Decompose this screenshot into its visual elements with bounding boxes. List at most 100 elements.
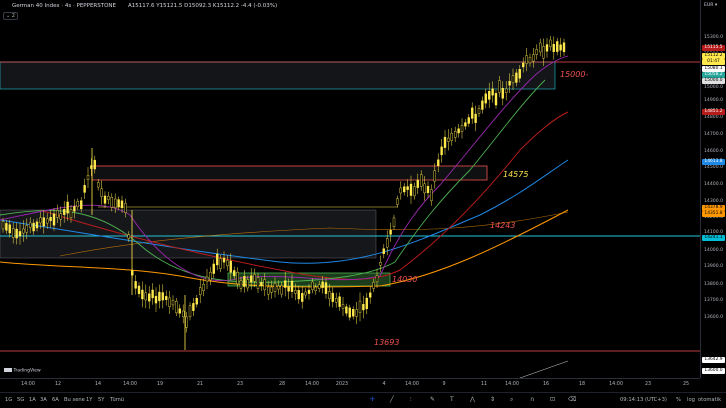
symbol-title[interactable]: German 40 Index · 4s · PEPPERSTONE <box>12 3 116 9</box>
candle-body <box>222 257 226 263</box>
auto-scale-toggle[interactable]: otomatik <box>698 397 721 403</box>
candle-body <box>464 122 467 127</box>
candle-body <box>110 197 114 208</box>
price-badge: 14241.1 <box>702 235 725 241</box>
text-icon[interactable]: T <box>450 396 454 403</box>
candle-body <box>491 88 494 96</box>
candle-body <box>409 183 413 196</box>
label-14030: 14030 <box>392 275 418 284</box>
candle-body <box>471 107 474 119</box>
candle-body <box>341 304 345 309</box>
candle-body <box>202 283 205 292</box>
candle-body <box>545 44 549 52</box>
candle-body <box>304 291 307 296</box>
price-badge: 13642.9 <box>702 357 725 363</box>
candle-body <box>454 131 457 138</box>
time-axis[interactable]: 14:00 12 14 14:00 19 21 23 28 14:00 2023 4 14:00 9 11… <box>0 378 700 393</box>
magnet-icon[interactable]: ∩ <box>530 396 534 403</box>
lock-icon[interactable]: ⊡ <box>550 396 555 403</box>
candle-body <box>372 282 375 289</box>
candle-body <box>8 224 12 234</box>
pattern-icon[interactable]: ⋀ <box>470 396 475 403</box>
candle-body <box>198 287 202 295</box>
indicator-collapse-button[interactable]: ⌄ 2 <box>3 12 18 20</box>
candle-body <box>18 231 22 237</box>
cursor-icon[interactable]: ✛ <box>370 396 375 403</box>
price-badge: 13600.0 <box>702 368 725 374</box>
log-toggle[interactable]: log <box>687 397 695 403</box>
price-axis[interactable]: EUR ▾ 15300.015200.015100.015000.014900.… <box>700 0 726 378</box>
time-tick-label: 19 <box>156 382 164 387</box>
candle-body <box>420 174 423 187</box>
price-tick-label: 15000.0 <box>704 85 723 90</box>
price-badge: 14613.8 <box>702 159 725 165</box>
candle-body <box>467 117 470 124</box>
range-button[interactable]: 1Y <box>86 397 92 403</box>
price-chart-svg[interactable] <box>0 0 700 379</box>
candle-body <box>406 186 409 190</box>
range-button[interactable]: 1A <box>29 397 36 403</box>
price-tick-label: 14900.0 <box>704 98 723 103</box>
candle-body <box>168 297 171 308</box>
range-button[interactable]: 5G <box>17 397 24 403</box>
candle-body <box>25 225 28 233</box>
zoom-icon[interactable]: ⌕ <box>510 396 513 404</box>
zone-14575[interactable] <box>91 165 488 181</box>
candle-body <box>549 39 552 48</box>
candle-body <box>137 285 141 294</box>
candle-body <box>457 128 460 134</box>
candle-body <box>154 295 158 304</box>
clock-time[interactable]: 09:14:13 (UTC+3) <box>620 397 667 403</box>
range-button[interactable]: 1G <box>5 397 12 403</box>
range-button[interactable]: Tümü <box>110 397 124 403</box>
candle-body <box>403 186 406 193</box>
trash-icon[interactable]: ⌫ <box>568 396 576 403</box>
candle-body <box>15 228 18 239</box>
candle-body <box>382 248 385 255</box>
tradingview-watermark[interactable]: TradingView <box>4 368 41 374</box>
supply-zone-15000[interactable] <box>0 61 556 90</box>
candle-body <box>294 290 297 294</box>
percent-toggle[interactable]: % <box>676 397 681 403</box>
candle-body <box>515 72 518 83</box>
trend-line-bottom[interactable] <box>519 360 569 379</box>
brush-icon[interactable]: ✎ <box>430 396 435 403</box>
candle-body <box>352 309 355 317</box>
candle-body <box>392 217 396 228</box>
time-tick-label: 16 <box>542 382 550 387</box>
price-tick-label: 14500.0 <box>704 165 723 170</box>
candle-body <box>396 198 399 205</box>
currency-selector[interactable]: EUR ▾ <box>704 3 717 8</box>
candle-body <box>181 310 185 317</box>
candle-body <box>185 316 188 328</box>
candle-body <box>290 280 294 292</box>
candle-body <box>511 75 515 84</box>
label-14575: 14575 <box>503 170 529 179</box>
time-tick-label: 9 <box>442 382 446 387</box>
trendline-icon[interactable]: ╱ <box>390 396 394 403</box>
candle-body <box>522 62 525 68</box>
candle-body <box>505 88 508 93</box>
candle-body <box>113 198 117 208</box>
candle-body <box>192 303 195 311</box>
candle-body <box>73 206 76 212</box>
candle-body <box>171 299 175 306</box>
ruler-icon[interactable]: ⇕ <box>490 396 495 403</box>
range-button[interactable]: Bu sene <box>64 397 85 403</box>
candle-body <box>450 133 453 141</box>
candle-body <box>243 275 246 287</box>
candle-body <box>100 188 103 197</box>
chart-pane[interactable]: German 40 Index · 4s · PEPPERSTONE A1511… <box>0 0 700 379</box>
candle-body <box>219 258 222 269</box>
pitchfork-icon[interactable]: ⫶ <box>410 396 412 404</box>
candle-body <box>246 279 250 289</box>
price-badge: 14351.8 <box>702 211 725 217</box>
candle-body <box>270 286 273 293</box>
time-tick-label: 4 <box>382 382 386 387</box>
candle-body <box>209 271 212 281</box>
price-badge: 14851.2 <box>702 109 725 115</box>
range-button[interactable]: 3A <box>40 397 47 403</box>
candle-body <box>212 263 216 274</box>
range-button[interactable]: 5Y <box>98 397 104 403</box>
range-button[interactable]: 6A <box>52 397 59 403</box>
